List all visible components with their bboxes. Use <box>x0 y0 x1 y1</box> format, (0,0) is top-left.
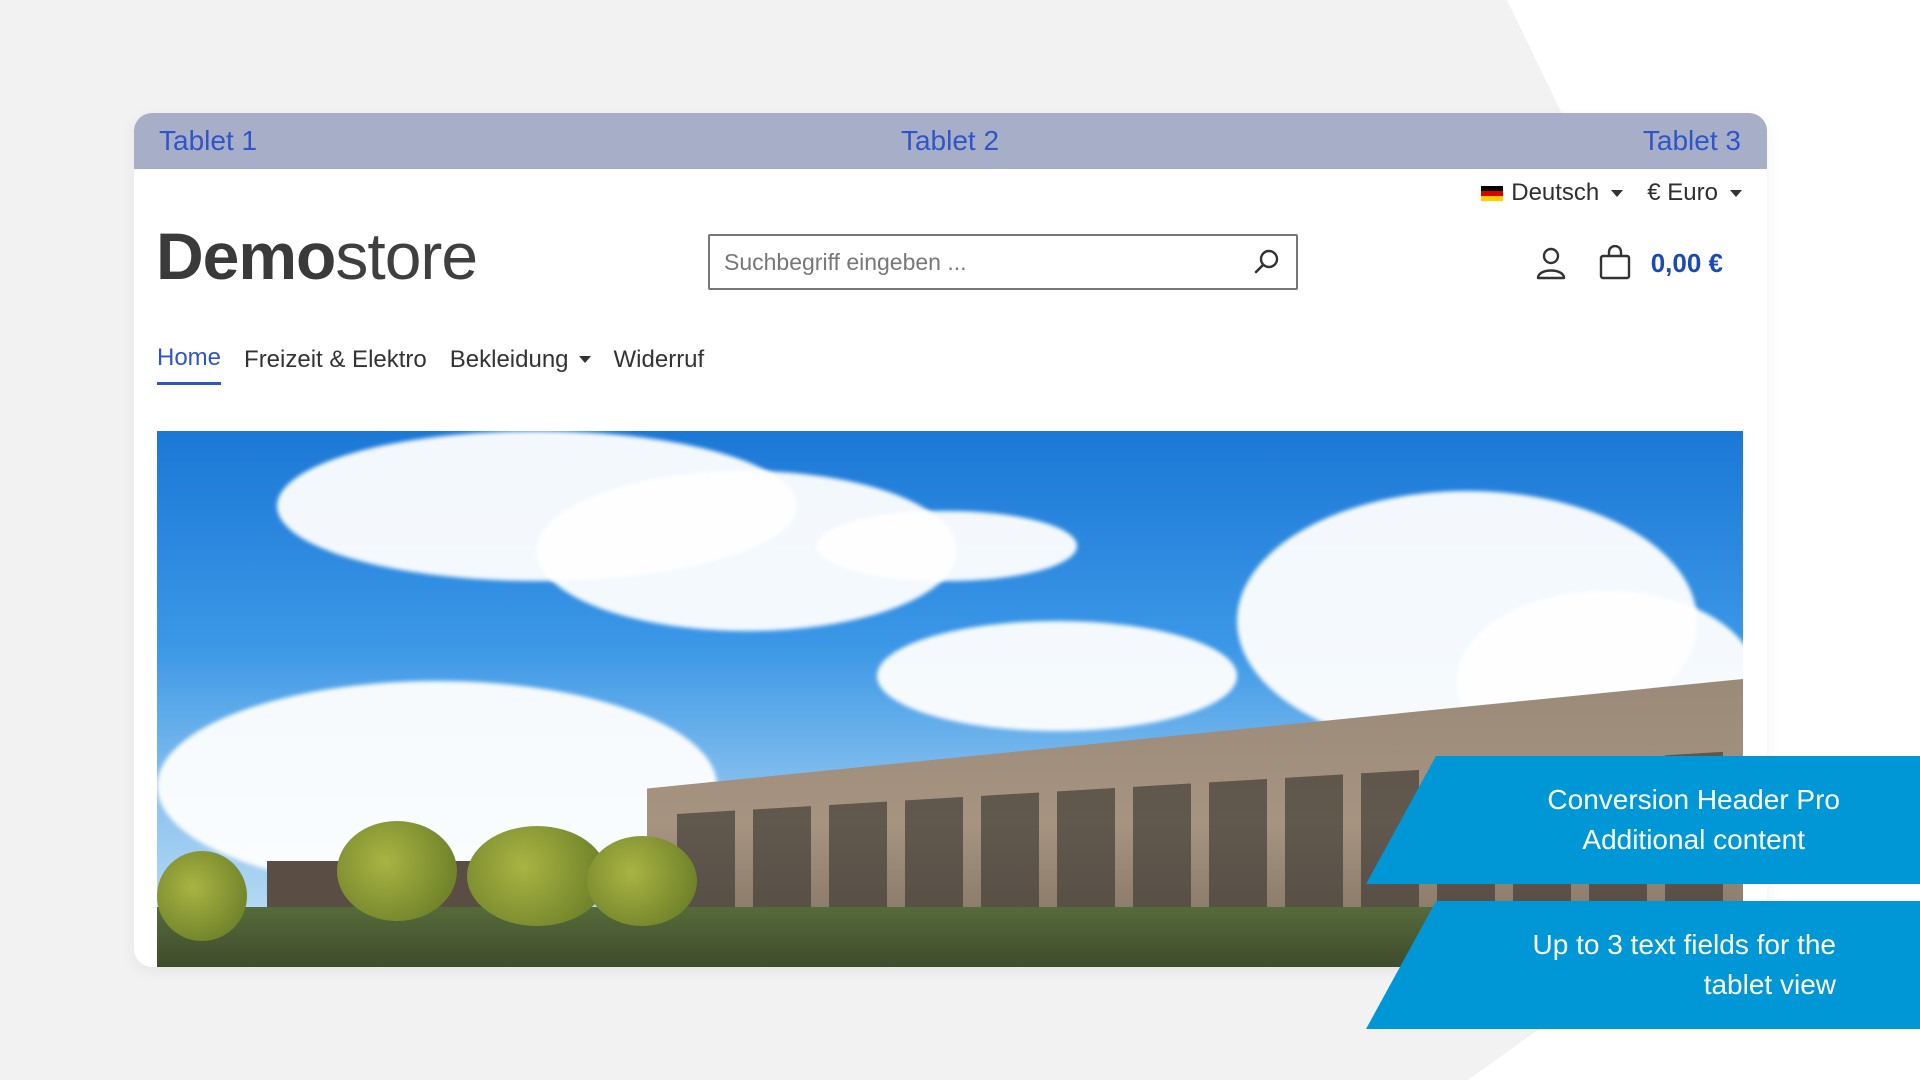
logo-light: store <box>335 219 478 293</box>
caret-down-icon <box>578 356 591 363</box>
nav-item-home[interactable]: Home <box>157 344 222 385</box>
cart-icon[interactable] <box>1597 245 1633 281</box>
tablet-bar: Tablet 1 Tablet 2 Tablet 3 <box>134 113 1767 169</box>
nav-item-label: Home <box>157 344 222 371</box>
callout-line: Conversion Header Pro <box>1547 784 1840 815</box>
hero-image <box>157 431 1743 967</box>
main-navigation: Home Freizeit & Elektro Bekleidung Wider… <box>157 344 704 385</box>
callout-line: Additional content <box>1582 824 1805 855</box>
cloud <box>817 511 1077 581</box>
callout-text-fields: Up to 3 text fields for the tablet view <box>1366 901 1920 1029</box>
cloud <box>877 621 1237 731</box>
tree <box>587 836 697 926</box>
language-selector[interactable]: Deutsch <box>1481 179 1624 207</box>
tree <box>467 826 607 926</box>
nav-item-label: Freizeit & Elektro <box>244 345 427 373</box>
header-actions: 0,00 € <box>1535 245 1723 281</box>
search-placeholder: Suchbegriff eingeben ... <box>724 248 967 275</box>
search-icon[interactable] <box>1252 247 1282 277</box>
topbar: Deutsch € Euro <box>1481 179 1742 207</box>
tree <box>337 821 457 921</box>
callout-conversion-header: Conversion Header Pro Additional content <box>1366 756 1920 884</box>
nav-item-freizeit-elektro[interactable]: Freizeit & Elektro <box>244 344 427 385</box>
callout-line: Up to 3 text fields for the <box>1532 929 1837 960</box>
caret-down-icon <box>1611 189 1624 197</box>
cart-total[interactable]: 0,00 € <box>1651 248 1723 279</box>
nav-item-label: Widerruf <box>613 345 705 373</box>
nav-item-bekleidung[interactable]: Bekleidung <box>450 344 591 385</box>
german-flag-icon <box>1481 185 1504 201</box>
nav-item-label: Bekleidung <box>449 345 569 373</box>
currency-selector[interactable]: € Euro <box>1647 179 1742 207</box>
currency-label: € Euro <box>1647 179 1718 206</box>
callout-line: tablet view <box>1703 969 1836 1000</box>
store-logo[interactable]: Demostore <box>156 223 478 289</box>
tablet-label-1[interactable]: Tablet 1 <box>159 125 257 157</box>
tablet-label-2[interactable]: Tablet 2 <box>901 125 999 157</box>
search-input[interactable]: Suchbegriff eingeben ... <box>708 234 1298 290</box>
tablet-label-3[interactable]: Tablet 3 <box>1643 125 1741 157</box>
tree <box>157 851 247 941</box>
user-account-icon[interactable] <box>1535 246 1567 280</box>
nav-item-widerruf[interactable]: Widerruf <box>614 344 705 385</box>
logo-bold: Demo <box>156 219 336 293</box>
language-label: Deutsch <box>1511 179 1600 206</box>
caret-down-icon <box>1730 189 1742 197</box>
